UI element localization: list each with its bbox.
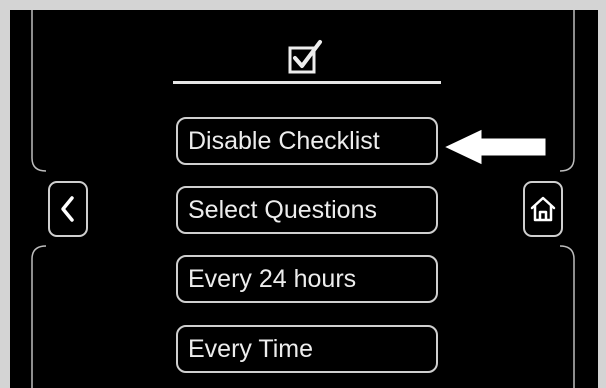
disable-checklist-button[interactable]: Disable Checklist [176, 117, 438, 165]
every-24-hours-label: Every 24 hours [188, 264, 357, 293]
every-time-label: Every Time [188, 334, 314, 363]
device-screen: Disable Checklist Select Questions Every… [10, 10, 598, 388]
home-button[interactable] [523, 181, 563, 237]
select-questions-button[interactable]: Select Questions [176, 186, 438, 234]
back-button[interactable] [48, 181, 88, 237]
header-divider [173, 81, 441, 84]
home-icon [530, 196, 556, 222]
disable-checklist-label: Disable Checklist [188, 126, 380, 155]
every-time-button[interactable]: Every Time [176, 325, 438, 373]
arrow-left-icon [442, 128, 547, 166]
checkbox-checked-icon [288, 40, 322, 74]
select-questions-label: Select Questions [188, 195, 377, 224]
every-24-hours-button[interactable]: Every 24 hours [176, 255, 438, 303]
chevron-left-icon [61, 196, 74, 222]
